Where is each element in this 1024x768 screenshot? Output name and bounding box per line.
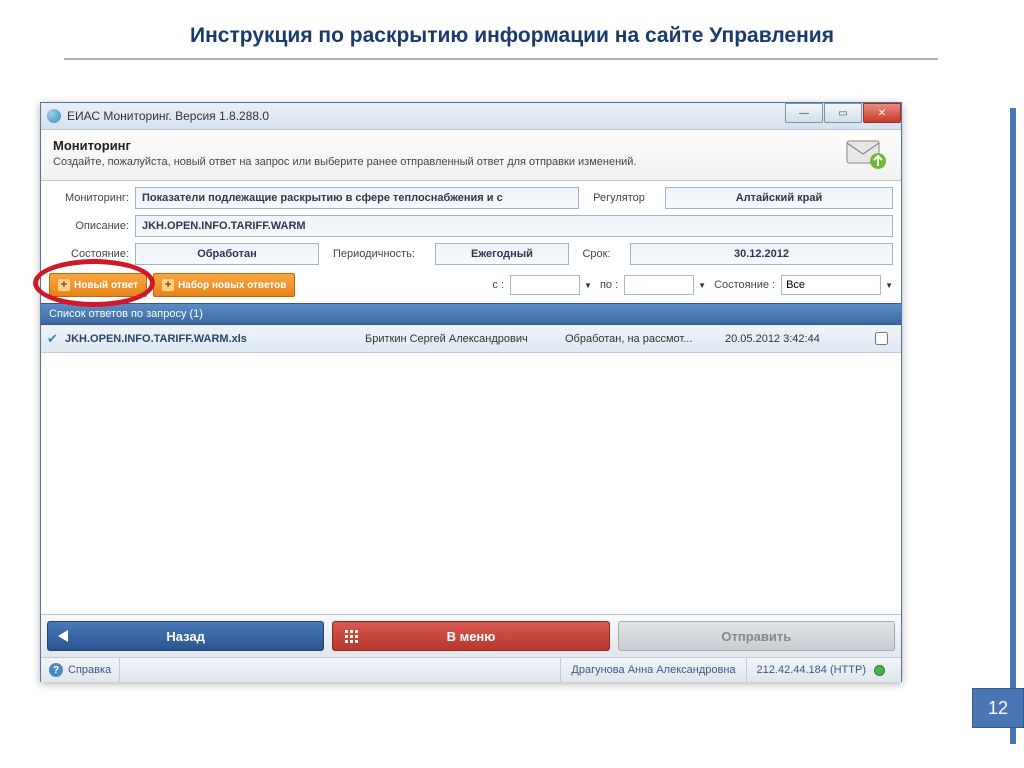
- state-field[interactable]: Обработан: [135, 243, 319, 265]
- periodicity-label: Периодичность:: [319, 248, 435, 260]
- menu-button[interactable]: В меню: [332, 621, 609, 651]
- close-button[interactable]: ✕: [863, 103, 901, 123]
- help-link[interactable]: ? Справка: [41, 658, 120, 682]
- send-button[interactable]: Отправить: [618, 621, 895, 651]
- from-date-input[interactable]: [510, 275, 580, 295]
- page-header: Мониторинг Создайте, пожалуйста, новый о…: [41, 130, 901, 181]
- toolbar: + Новый ответ + Набор новых ответов с : …: [41, 271, 901, 303]
- monitoring-label: Мониторинг:: [49, 192, 135, 204]
- regulator-label: Регулятор: [579, 192, 665, 204]
- new-answer-set-button[interactable]: + Набор новых ответов: [153, 273, 295, 297]
- check-icon: ✔: [47, 331, 65, 347]
- help-label: Справка: [68, 664, 111, 676]
- back-button[interactable]: Назад: [47, 621, 324, 651]
- footer-nav: Назад В меню Отправить: [41, 614, 901, 657]
- answer-list: ✔ JKH.OPEN.INFO.TARIFF.WARM.xls Бриткин …: [41, 325, 901, 614]
- window-titlebar: ЕИАС Мониторинг. Версия 1.8.288.0 — ▭ ✕: [41, 103, 901, 130]
- author-name: Бриткин Сергей Александрович: [365, 333, 565, 345]
- slide-title: Инструкция по раскрытию информации на са…: [0, 24, 1024, 48]
- periodicity-field[interactable]: Ежегодный: [435, 243, 569, 265]
- description-label: Описание:: [49, 220, 135, 232]
- list-item[interactable]: ✔ JKH.OPEN.INFO.TARIFF.WARM.xls Бриткин …: [41, 325, 901, 353]
- state-filter-value: Все: [786, 279, 805, 291]
- dropdown-icon[interactable]: ▼: [885, 281, 893, 290]
- minimize-button[interactable]: —: [785, 103, 823, 123]
- row-date: 20.05.2012 3:42:44: [725, 333, 865, 345]
- plus-icon: +: [58, 279, 70, 291]
- monitoring-field[interactable]: Показатели подлежащие раскрытию в сфере …: [135, 187, 579, 209]
- app-window: ЕИАС Мониторинг. Версия 1.8.288.0 — ▭ ✕ …: [40, 102, 902, 682]
- dropdown-icon[interactable]: ▼: [698, 281, 706, 290]
- arrow-left-icon: [58, 630, 68, 642]
- slide-side-accent: [1010, 108, 1016, 744]
- dropdown-icon[interactable]: ▼: [584, 281, 592, 290]
- status-dot-icon: [874, 665, 885, 676]
- mail-send-icon: [845, 138, 887, 170]
- send-label: Отправить: [721, 629, 791, 644]
- list-section-header: Список ответов по запросу (1): [41, 303, 901, 325]
- new-answer-label: Новый ответ: [74, 280, 138, 291]
- to-label: по :: [600, 279, 624, 291]
- row-status: Обработан, на рассмот...: [565, 333, 725, 345]
- state-filter-select[interactable]: Все: [781, 275, 881, 295]
- row-checkbox[interactable]: [875, 332, 888, 345]
- deadline-label: Срок:: [569, 248, 630, 260]
- state-label: Состояние:: [49, 248, 135, 260]
- new-answer-button[interactable]: + Новый ответ: [49, 273, 147, 297]
- menu-label: В меню: [447, 629, 496, 644]
- title-underline: [64, 58, 938, 60]
- new-answer-set-label: Набор новых ответов: [178, 280, 286, 291]
- page-number-badge: 12: [972, 688, 1024, 728]
- form-area: Мониторинг: Показатели подлежащие раскры…: [41, 181, 901, 271]
- description-field[interactable]: JKH.OPEN.INFO.TARIFF.WARM: [135, 215, 893, 237]
- to-date-input[interactable]: [624, 275, 694, 295]
- state-filter-label: Состояние :: [714, 279, 781, 291]
- app-icon: [47, 109, 61, 123]
- from-label: с :: [492, 279, 510, 291]
- help-icon: ?: [49, 663, 63, 677]
- regulator-field[interactable]: Алтайский край: [665, 187, 893, 209]
- deadline-field[interactable]: 30.12.2012: [630, 243, 893, 265]
- file-name: JKH.OPEN.INFO.TARIFF.WARM.xls: [65, 333, 365, 345]
- connection-info: 212.42.44.184 (HTTP): [746, 658, 901, 682]
- grid-icon: [345, 630, 358, 643]
- current-user: Драгунова Анна Александровна: [560, 658, 745, 682]
- page-subtitle: Создайте, пожалуйста, новый ответ на зап…: [53, 156, 889, 168]
- status-bar: ? Справка Драгунова Анна Александровна 2…: [41, 657, 901, 682]
- plus-icon: +: [162, 279, 174, 291]
- page-title: Мониторинг: [53, 138, 889, 153]
- window-title: ЕИАС Мониторинг. Версия 1.8.288.0: [67, 109, 269, 123]
- back-label: Назад: [166, 629, 205, 644]
- maximize-button[interactable]: ▭: [824, 103, 862, 123]
